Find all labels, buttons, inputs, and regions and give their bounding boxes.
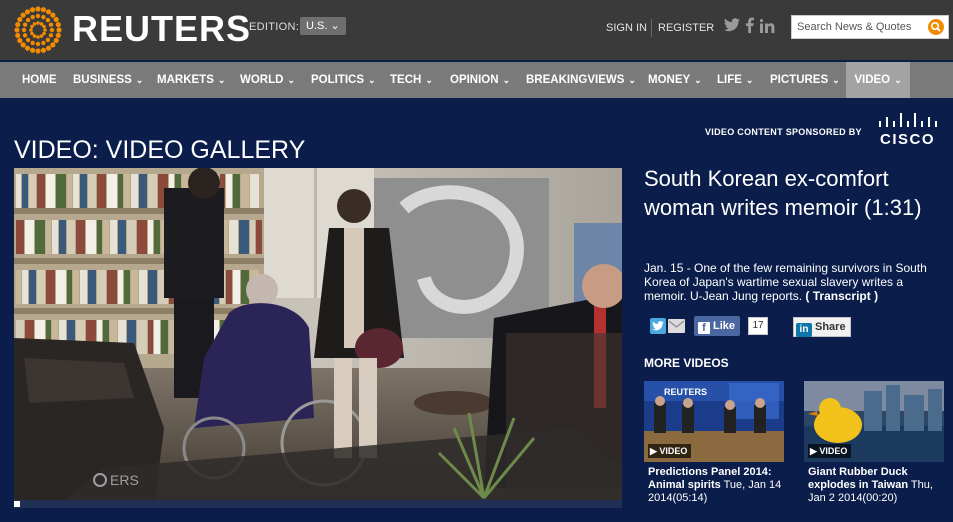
video-badge-label: VIDEO <box>659 446 688 456</box>
video-item-caption[interactable]: Giant Rubber Duck explodes in Taiwan Thu… <box>808 466 948 505</box>
chevron-down-icon: ⌄ <box>287 75 295 85</box>
video-item-caption[interactable]: Predictions Panel 2014: Animal spirits T… <box>648 466 788 505</box>
nav-item-world[interactable]: WORLD ⌄ <box>240 62 295 98</box>
chevron-down-icon: ⌄ <box>502 75 511 85</box>
video-item-title[interactable]: Giant Rubber Duck explodes in Taiwan <box>808 466 908 491</box>
nav-item-home[interactable]: HOME <box>22 62 57 98</box>
video-still-image: ERS <box>14 168 622 508</box>
linkedin-share-button[interactable]: in Share <box>793 317 851 337</box>
sign-in-link[interactable]: SIGN IN <box>606 22 647 34</box>
video-thumbnail[interactable]: REUTERS ▶ VIDEO <box>644 381 784 462</box>
main-nav: HOME BUSINESS ⌄ MARKETS ⌄ WORLD ⌄ POLITICS ⌄ TECH… <box>0 62 953 98</box>
video-watermark: ERS <box>110 472 139 488</box>
chevron-down-icon: ⌄ <box>832 75 840 85</box>
search-input[interactable]: Search News & Quotes <box>797 21 911 33</box>
twitter-icon[interactable] <box>724 18 740 37</box>
edition-value: U.S. <box>306 20 328 32</box>
video-thumbnail[interactable]: ▶ VIDEO <box>804 381 944 462</box>
like-count: 17 <box>748 317 768 335</box>
edition-label: EDITION: <box>249 21 300 33</box>
nav-item-label: POLITICS <box>311 74 365 86</box>
nav-item-money[interactable]: MONEY ⌄ <box>648 62 702 98</box>
facebook-icon[interactable] <box>745 17 754 38</box>
chevron-down-icon: ⌄ <box>368 75 376 85</box>
nav-item-label: BREAKINGVIEWS <box>526 74 625 86</box>
nav-item-label: WORLD <box>240 74 284 86</box>
play-icon: ▶ <box>810 446 820 456</box>
nav-item-label: LIFE <box>717 74 742 86</box>
story-title: South Korean ex-comfort woman writes mem… <box>644 166 922 220</box>
video-player[interactable]: ERS <box>14 168 622 508</box>
chevron-down-icon: ⌄ <box>425 75 433 85</box>
linkedin-share-label: Share <box>815 321 846 333</box>
story-description-text: Jan. 15 - One of the few remaining survi… <box>644 261 927 303</box>
linkedin-icon: in <box>796 323 812 337</box>
reuters-logo-icon[interactable] <box>14 6 62 54</box>
video-badge: ▶ VIDEO <box>808 444 852 458</box>
nav-item-life[interactable]: LIFE ⌄ <box>717 62 753 98</box>
chevron-down-icon: ⌄ <box>628 75 636 85</box>
search-button[interactable] <box>928 19 944 35</box>
chevron-down-icon: ⌄ <box>135 75 144 85</box>
nav-item-label: TECH <box>390 74 422 86</box>
facebook-icon: f <box>698 322 710 334</box>
chevron-down-icon: ⌄ <box>894 75 902 85</box>
chevron-down-icon: ⌄ <box>217 75 226 85</box>
page-title: VIDEO: VIDEO GALLERY <box>14 136 306 164</box>
play-icon: ▶ <box>650 446 660 456</box>
cisco-logo-text: CISCO <box>880 131 936 148</box>
nav-item-video[interactable]: VIDEO ⌄ <box>846 62 910 98</box>
divider <box>651 19 652 37</box>
edition-select[interactable]: U.S. ⌄ <box>300 17 346 35</box>
top-bar: REUTERS EDITION: U.S. ⌄ SIGN IN REGISTER… <box>0 0 953 60</box>
video-badge-label: VIDEO <box>819 446 848 456</box>
nav-item-tech[interactable]: TECH ⌄ <box>390 62 433 98</box>
chevron-down-icon: ⌄ <box>330 20 340 32</box>
nav-item-opinion[interactable]: OPINION ⌄ <box>450 62 510 98</box>
nav-item-label: MONEY <box>648 74 691 86</box>
nav-item-label: OPINION <box>450 74 499 86</box>
nav-item-pictures[interactable]: PICTURES ⌄ <box>770 62 840 98</box>
facebook-like-button[interactable]: f Like <box>694 316 740 336</box>
more-videos-heading: MORE VIDEOS <box>644 356 729 370</box>
nav-item-label: HOME <box>22 74 57 86</box>
video-progress-bar[interactable] <box>14 500 622 508</box>
nav-item-markets[interactable]: MARKETS ⌄ <box>157 62 225 98</box>
nav-item-label: MARKETS <box>157 74 214 86</box>
share-email-icon[interactable] <box>668 319 685 333</box>
linkedin-icon[interactable] <box>759 19 775 38</box>
search-box[interactable]: Search News & Quotes <box>791 15 949 39</box>
nav-item-breakingviews[interactable]: BREAKINGVIEWS ⌄ <box>526 62 636 98</box>
search-icon <box>930 21 941 32</box>
video-badge: ▶ VIDEO <box>648 444 692 458</box>
cisco-logo-icon[interactable] <box>878 112 938 130</box>
reuters-logo-text[interactable]: REUTERS <box>72 8 251 50</box>
chevron-down-icon: ⌄ <box>694 75 702 85</box>
like-label: Like <box>713 320 736 332</box>
nav-item-label: BUSINESS <box>73 74 132 86</box>
sponsor-label: VIDEO CONTENT SPONSORED BY <box>705 127 862 137</box>
nav-item-politics[interactable]: POLITICS ⌄ <box>311 62 376 98</box>
share-twitter-icon[interactable] <box>650 318 666 334</box>
nav-item-label: VIDEO <box>854 74 891 86</box>
nav-item-label: PICTURES <box>770 74 829 86</box>
nav-item-business[interactable]: BUSINESS ⌄ <box>73 62 143 98</box>
thumbnail-brand: REUTERS <box>664 387 707 397</box>
chevron-down-icon: ⌄ <box>745 75 754 85</box>
transcript-link[interactable]: ( Transcript ) <box>805 289 878 303</box>
story-description: Jan. 15 - One of the few remaining survi… <box>644 261 944 303</box>
register-link[interactable]: REGISTER <box>658 22 714 34</box>
video-progress-fill <box>14 501 21 507</box>
